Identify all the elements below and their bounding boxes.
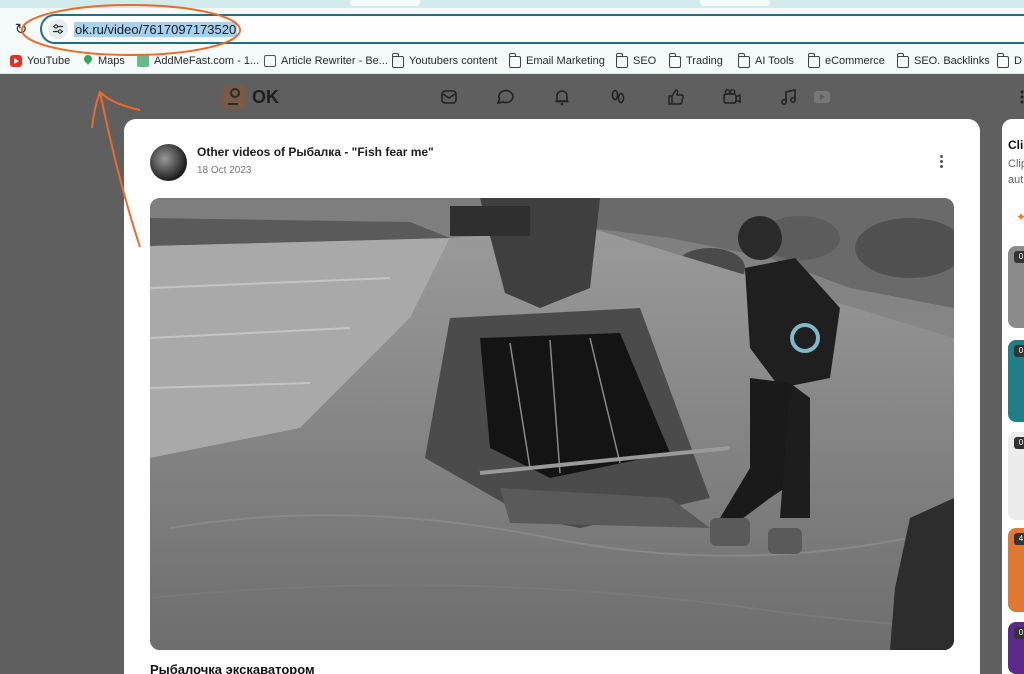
bookmark-item[interactable]: AddMeFast.com - 1... [137, 48, 260, 73]
video-post-card: Other videos of Рыбалка - "Fish fear me"… [124, 119, 980, 674]
url-selection: ok.ru/video/7617097173520 [74, 22, 238, 37]
guests-icon[interactable] [608, 87, 628, 107]
clips-panel-title: Cli [1008, 138, 1024, 152]
addmefast-icon [137, 55, 149, 67]
clips-panel-subtitle-2: aut [1008, 174, 1024, 186]
youtube-icon [10, 55, 22, 67]
site-header: OK [0, 75, 1024, 119]
folder-icon [737, 53, 750, 68]
bookmark-label: Article Rewriter - Be... [281, 55, 388, 67]
clip-badge: 0 [1014, 345, 1024, 357]
site-info-icon[interactable] [48, 19, 68, 39]
bookmark-item[interactable]: Trading [668, 48, 723, 73]
bookmark-item[interactable]: AI Tools [737, 48, 794, 73]
bookmark-label: Maps [98, 55, 125, 67]
doc-icon [264, 55, 276, 67]
bookmark-label: Email Marketing [526, 55, 605, 67]
bookmark-item[interactable]: YouTube [10, 48, 71, 73]
more-icon[interactable] [1012, 87, 1024, 107]
folder-icon [807, 53, 820, 68]
url-prefix: ok.ru/video/ [75, 22, 143, 37]
folder-icon [391, 53, 404, 68]
bookmark-item[interactable]: Maps [83, 48, 125, 73]
clip-thumbnail[interactable]: 4 [1008, 528, 1024, 612]
bookmark-item[interactable]: eCommerce [807, 48, 885, 73]
video-player-icon[interactable] [812, 87, 832, 107]
clips-panel-subtitle: Clip [1008, 158, 1024, 170]
avatar[interactable] [150, 144, 187, 181]
bookmark-label: D [1014, 55, 1022, 67]
maps-icon [83, 55, 93, 67]
clip-thumbnail[interactable]: 0 [1008, 340, 1024, 422]
bookmark-label: eCommerce [825, 55, 885, 67]
bookmark-label: SEO. Backlinks [914, 55, 990, 67]
clip-badge: 4 [1014, 533, 1024, 545]
video-icon[interactable] [722, 87, 742, 107]
clip-badge: 0 [1014, 627, 1024, 639]
bookmark-label: AI Tools [755, 55, 794, 67]
ok-logo-icon [222, 85, 246, 109]
bookmark-label: YouTube [27, 55, 71, 67]
discussions-icon[interactable] [495, 87, 515, 107]
video-player[interactable] [150, 198, 954, 650]
notifications-icon[interactable] [552, 87, 572, 107]
clip-thumbnail[interactable]: 0 [1008, 622, 1024, 674]
bookmark-label: SEO [633, 55, 657, 67]
url-id: 7617097173520 [142, 22, 237, 37]
bookmark-item[interactable]: Article Rewriter - Be... [264, 48, 388, 73]
tab-hint[interactable] [700, 0, 770, 6]
clip-badge: 0 [1014, 437, 1024, 449]
sparkle-icon[interactable]: ✦ [1016, 210, 1024, 224]
bookmark-label: AddMeFast.com - 1... [154, 55, 260, 67]
folder-icon [896, 53, 909, 68]
bookmark-item[interactable]: D [996, 48, 1022, 73]
ok-logo[interactable]: OK [222, 85, 279, 109]
more-options-icon[interactable] [936, 155, 946, 171]
bookmark-item[interactable]: Youtubers content [391, 48, 498, 73]
bookmarks-bar: YouTube Maps AddMeFast.com - 1... Article R… [0, 48, 1024, 74]
folder-icon [508, 53, 521, 68]
url-text[interactable]: ok.ru/video/7617097173520 [74, 20, 238, 40]
music-icon[interactable] [779, 87, 799, 107]
tab-hint[interactable] [350, 0, 420, 6]
messages-icon[interactable] [439, 87, 459, 107]
left-overlay [0, 119, 124, 674]
folder-icon [615, 53, 628, 68]
post-date: 18 Oct 2023 [197, 165, 252, 176]
reload-icon[interactable]: ↻ [12, 20, 30, 38]
browser-tab-strip [0, 0, 1024, 8]
bookmark-label: Trading [686, 55, 723, 67]
folder-icon [996, 53, 1009, 68]
clip-badge: 0 [1014, 251, 1024, 263]
bookmark-item[interactable]: SEO. Backlinks [896, 48, 990, 73]
folder-icon [668, 53, 681, 68]
ok-logo-text: OK [252, 86, 279, 107]
address-bar[interactable]: ok.ru/video/7617097173520 [40, 14, 1024, 44]
video-caption[interactable]: Рыбалочка экскаватором [150, 662, 315, 674]
bookmark-item[interactable]: SEO [615, 48, 657, 73]
video-frame [150, 198, 954, 650]
bookmark-item[interactable]: Email Marketing [508, 48, 605, 73]
post-title[interactable]: Other videos of Рыбалка - "Fish fear me" [197, 145, 434, 159]
address-bar-row: ↻ ok.ru/video/7617097173520 [0, 8, 1024, 48]
bookmark-label: Youtubers content [409, 55, 498, 67]
clip-thumbnail[interactable]: 0 [1008, 246, 1024, 328]
clip-thumbnail[interactable]: 0 [1008, 432, 1024, 520]
likes-icon[interactable] [666, 87, 686, 107]
